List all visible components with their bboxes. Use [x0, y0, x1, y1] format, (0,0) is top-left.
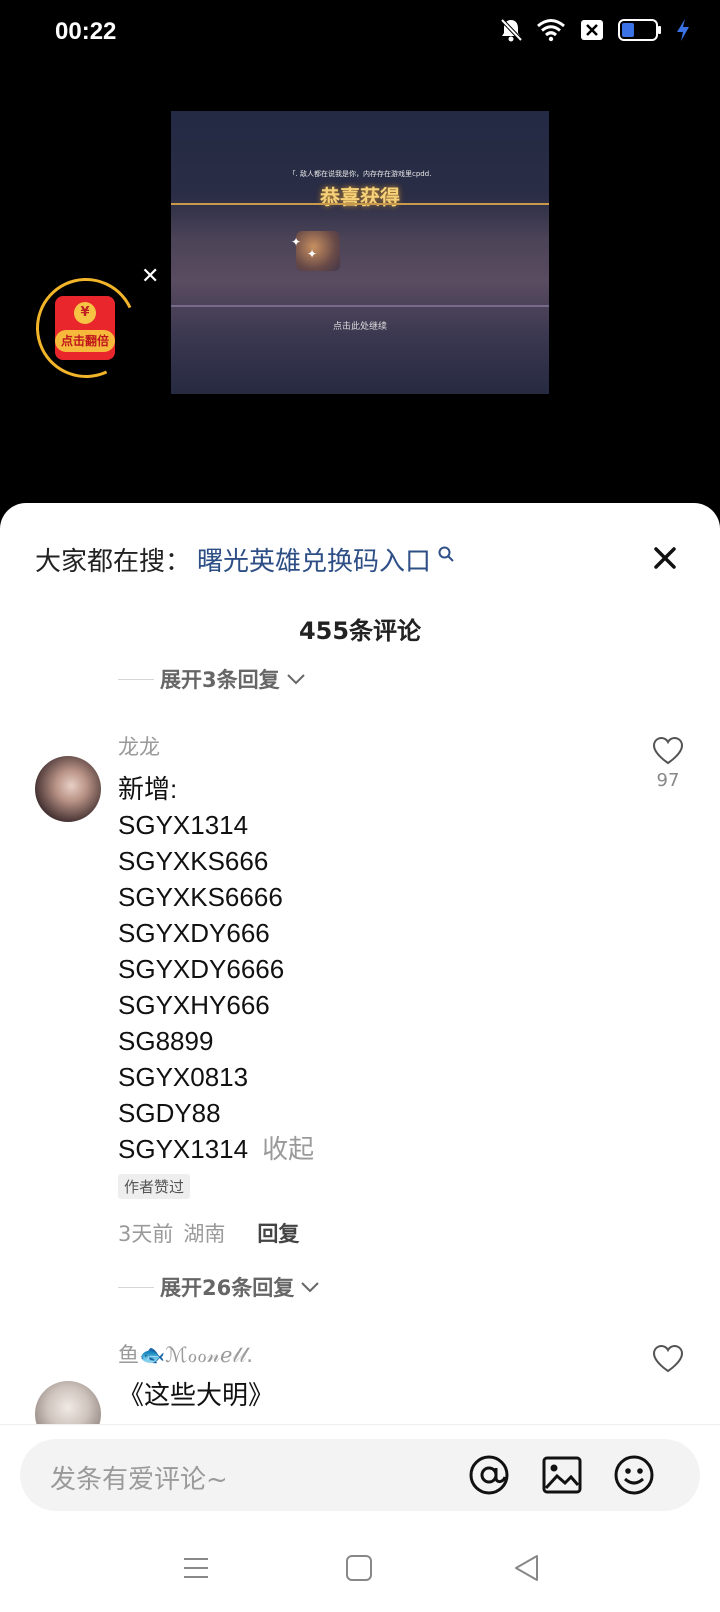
- menu-icon[interactable]: [181, 1553, 211, 1583]
- comment-text: 《这些大明》: [118, 1381, 275, 1411]
- comment-line: SGYXDY6666: [118, 954, 285, 984]
- search-prefix: 大家都在搜：: [35, 546, 192, 577]
- expand-replies-label: 展开3条回复: [160, 668, 280, 692]
- sparkle-icon: ✦: [291, 235, 302, 249]
- comment-line: SGYX0813: [118, 1062, 249, 1092]
- home-icon[interactable]: [344, 1553, 374, 1583]
- comments-count: 455条评论: [298, 617, 422, 645]
- heart-icon: [652, 736, 684, 765]
- divider-line: [118, 1286, 154, 1288]
- comment-username[interactable]: 鱼🐟ℳℴℴ𝓃ℯ𝓁𝓁.: [118, 1339, 253, 1369]
- expand-replies-button[interactable]: 展开26条回复: [118, 1272, 320, 1302]
- chevron-down-icon: [286, 674, 305, 685]
- heart-icon: [652, 1344, 684, 1373]
- back-icon[interactable]: [512, 1553, 542, 1583]
- avatar[interactable]: [35, 756, 101, 822]
- comment-time: 3天前: [118, 1222, 174, 1246]
- red-packet-button[interactable]: ¥ 点击翻倍: [55, 296, 115, 360]
- expand-replies-label: 展开26条回复: [160, 1276, 295, 1300]
- trending-search-bar[interactable]: 大家都在搜： 曙光英雄兑换码入口: [35, 541, 685, 577]
- video-divider-bottom: [171, 305, 549, 307]
- search-icon: [438, 546, 454, 562]
- comment-last-line: SGYX1314 收起: [118, 1131, 314, 1167]
- comment-line: SGYXDY666: [118, 918, 270, 948]
- reward-item-image: [296, 231, 340, 271]
- search-link[interactable]: 曙光英雄兑换码入口: [197, 541, 431, 578]
- comment-input-placeholder: 发条有爱评论~: [50, 1465, 228, 1495]
- comment-line: SGYX1314: [118, 1134, 249, 1164]
- comment-line: SGYX1314: [118, 810, 249, 840]
- red-packet-close-icon[interactable]: ✕: [141, 266, 159, 288]
- mention-icon[interactable]: [467, 1453, 511, 1497]
- sim-off-icon: [581, 20, 603, 40]
- sparkle-icon: ✦: [307, 247, 318, 261]
- comment-line: SGDY88: [118, 1098, 221, 1128]
- expand-replies-button[interactable]: 展开3条回复: [118, 664, 306, 694]
- divider-line: [118, 678, 154, 680]
- comment-line: SGYXHY666: [118, 990, 270, 1020]
- video-continue-text: 点击此处继续: [332, 322, 387, 332]
- comment-username[interactable]: 龙龙: [118, 731, 160, 761]
- author-liked-badge: 作者赞过: [118, 1174, 191, 1199]
- reply-button[interactable]: 回复: [257, 1218, 299, 1248]
- comment-input-panel: 发条有爱评论~: [0, 1424, 720, 1612]
- wifi-icon: [537, 19, 565, 42]
- video-reward-title: 恭喜获得: [320, 185, 400, 209]
- comment-text: 新增: SGYX1314 SGYXKS666 SGYXKS6666 SGYXDY…: [118, 771, 314, 1167]
- comment-input[interactable]: 发条有爱评论~: [20, 1439, 700, 1511]
- comment-location: 湖南: [183, 1222, 226, 1246]
- close-icon[interactable]: [650, 543, 680, 573]
- coin-icon: ¥: [74, 302, 96, 324]
- red-packet-label: 点击翻倍: [55, 330, 115, 352]
- battery-icon: [618, 19, 661, 41]
- status-bar: 00:22: [0, 0, 720, 66]
- image-icon[interactable]: [540, 1453, 584, 1497]
- status-time: 00:22: [55, 18, 117, 45]
- video-player[interactable]: 「. 敌人都在说我是你，内存存在游戏里cpdd. 恭喜获得 ✦ ✦ 点击此处继续: [171, 111, 549, 394]
- like-button[interactable]: 97: [650, 736, 686, 791]
- video-subtitle: 「. 敌人都在说我是你，内存存在游戏里cpdd.: [288, 170, 432, 178]
- like-count: 97: [656, 770, 680, 791]
- video-divider-top: [171, 203, 549, 205]
- comment-line: 新增:: [118, 774, 178, 804]
- like-button[interactable]: [650, 1344, 686, 1378]
- mute-bell-icon: [500, 18, 522, 42]
- collapse-link[interactable]: 收起: [262, 1134, 314, 1164]
- chevron-down-icon: [301, 1282, 319, 1293]
- comment-line: SGYXKS666: [118, 846, 269, 876]
- system-nav-bar: [0, 1535, 720, 1605]
- comment-line: SGYXKS6666: [118, 882, 283, 912]
- comment-meta: 3天前 湖南 回复: [118, 1218, 299, 1248]
- comment-line: SG8899: [118, 1026, 214, 1056]
- charging-icon: [677, 19, 689, 41]
- emoji-icon[interactable]: [612, 1453, 656, 1497]
- status-icons: [500, 18, 690, 42]
